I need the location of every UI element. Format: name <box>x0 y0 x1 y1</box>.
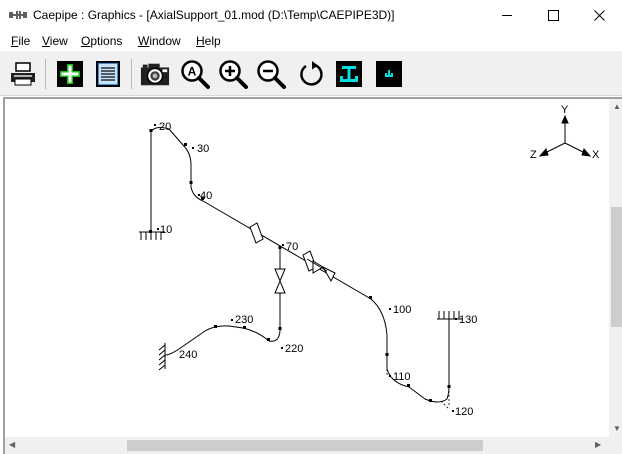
maximize-icon <box>547 10 559 21</box>
minimize-button[interactable] <box>484 0 530 31</box>
add-button[interactable] <box>55 59 85 89</box>
node-point <box>385 353 389 356</box>
menu-help[interactable]: Help <box>196 34 221 48</box>
scrollbar-corner <box>609 437 622 454</box>
rotate-button[interactable] <box>296 59 326 89</box>
support-icon <box>336 61 362 87</box>
anchor-view-button[interactable] <box>374 59 404 89</box>
support-view-button[interactable] <box>334 59 364 89</box>
piping-model-drawing[interactable]: 20 30 40 10 70 100 110 120 130 220 230 2… <box>5 99 609 437</box>
camera-icon <box>140 63 170 86</box>
title-bar[interactable]: Caepipe : Graphics - [AxialSupport_01.mo… <box>0 0 622 31</box>
zoom-out-button[interactable] <box>256 59 286 89</box>
scroll-up-icon[interactable]: ▲ <box>613 103 621 111</box>
rotate-icon <box>300 61 323 86</box>
close-button[interactable] <box>576 0 622 31</box>
node-label-220: 220 <box>285 343 303 355</box>
node-label-120: 120 <box>455 406 473 418</box>
zoom-auto-icon: A <box>181 60 210 89</box>
axis-label-x: X <box>592 149 600 161</box>
valve-component <box>274 279 286 294</box>
menu-options[interactable]: Options <box>81 34 122 48</box>
pipe-segment <box>268 248 281 342</box>
node-label-70: 70 <box>286 241 298 253</box>
scroll-right-icon[interactable]: ▶ <box>595 441 601 449</box>
valve-component <box>249 222 264 244</box>
scroll-down-icon[interactable]: ▼ <box>613 425 621 433</box>
node-label-30: 30 <box>197 143 209 155</box>
list-button[interactable] <box>93 59 123 89</box>
node-point <box>447 385 451 388</box>
node-label-110: 110 <box>393 371 411 383</box>
node-point <box>184 143 187 146</box>
horizontal-scrollbar[interactable]: ◀ ▶ <box>5 437 609 454</box>
vertical-scrollbar[interactable]: ▲ ▼ <box>609 99 622 437</box>
flow-arrow <box>312 260 324 274</box>
app-icon <box>9 11 27 19</box>
node-label-10: 10 <box>160 224 172 236</box>
anchor-small-icon <box>376 61 402 87</box>
maximize-button[interactable] <box>530 0 576 31</box>
zoom-out-icon <box>257 60 286 89</box>
snapshot-button[interactable] <box>140 59 170 89</box>
pipe-segment <box>150 127 192 166</box>
menu-window[interactable]: Window <box>138 34 181 48</box>
valve-component <box>274 268 286 283</box>
zoom-in-icon <box>219 60 248 89</box>
list-icon <box>96 61 120 87</box>
graphics-canvas[interactable]: 20 30 40 10 70 100 110 120 130 220 230 2… <box>3 97 622 454</box>
horizontal-scroll-thumb[interactable] <box>127 440 483 451</box>
axis-label-z: Z <box>530 149 537 161</box>
zoom-in-button[interactable] <box>218 59 248 89</box>
node-label-130: 130 <box>459 314 477 326</box>
node-point <box>149 230 152 233</box>
vertical-scroll-thumb[interactable] <box>611 207 622 327</box>
plus-icon <box>57 61 83 87</box>
node-point <box>243 326 246 329</box>
node-point <box>278 246 282 249</box>
print-icon <box>11 62 35 86</box>
zoom-auto-button[interactable]: A <box>180 59 210 89</box>
dashed-line <box>440 400 450 410</box>
node-point <box>214 325 217 328</box>
toolbar-separator <box>45 59 46 89</box>
print-button[interactable] <box>8 59 38 89</box>
anchor-240 <box>158 343 166 371</box>
axis-triad <box>538 114 592 157</box>
minimize-icon <box>501 15 512 16</box>
zoom-auto-letter: A <box>188 65 197 79</box>
menu-bar: File View Options Window Help <box>0 31 622 51</box>
node-point <box>189 181 193 184</box>
node-label-20: 20 <box>159 121 171 133</box>
node-point <box>149 129 153 132</box>
close-icon <box>593 10 605 21</box>
node-point <box>267 338 270 341</box>
pipe-segment <box>202 200 388 336</box>
menu-file[interactable]: File <box>11 34 30 48</box>
toolbar-separator <box>131 59 132 89</box>
menu-view[interactable]: View <box>42 34 68 48</box>
node-point <box>369 296 372 299</box>
node-label-240: 240 <box>179 349 197 361</box>
node-label-230: 230 <box>235 314 253 326</box>
scroll-left-icon[interactable]: ◀ <box>9 441 15 449</box>
window-title: Caepipe : Graphics - [AxialSupport_01.mo… <box>33 8 395 22</box>
node-point <box>407 384 410 387</box>
node-label-40: 40 <box>200 190 212 202</box>
axis-label-y: Y <box>561 104 569 116</box>
toolbar: A <box>0 51 622 96</box>
node-label-100: 100 <box>393 304 411 316</box>
node-point <box>429 399 432 402</box>
node-point <box>278 327 282 330</box>
